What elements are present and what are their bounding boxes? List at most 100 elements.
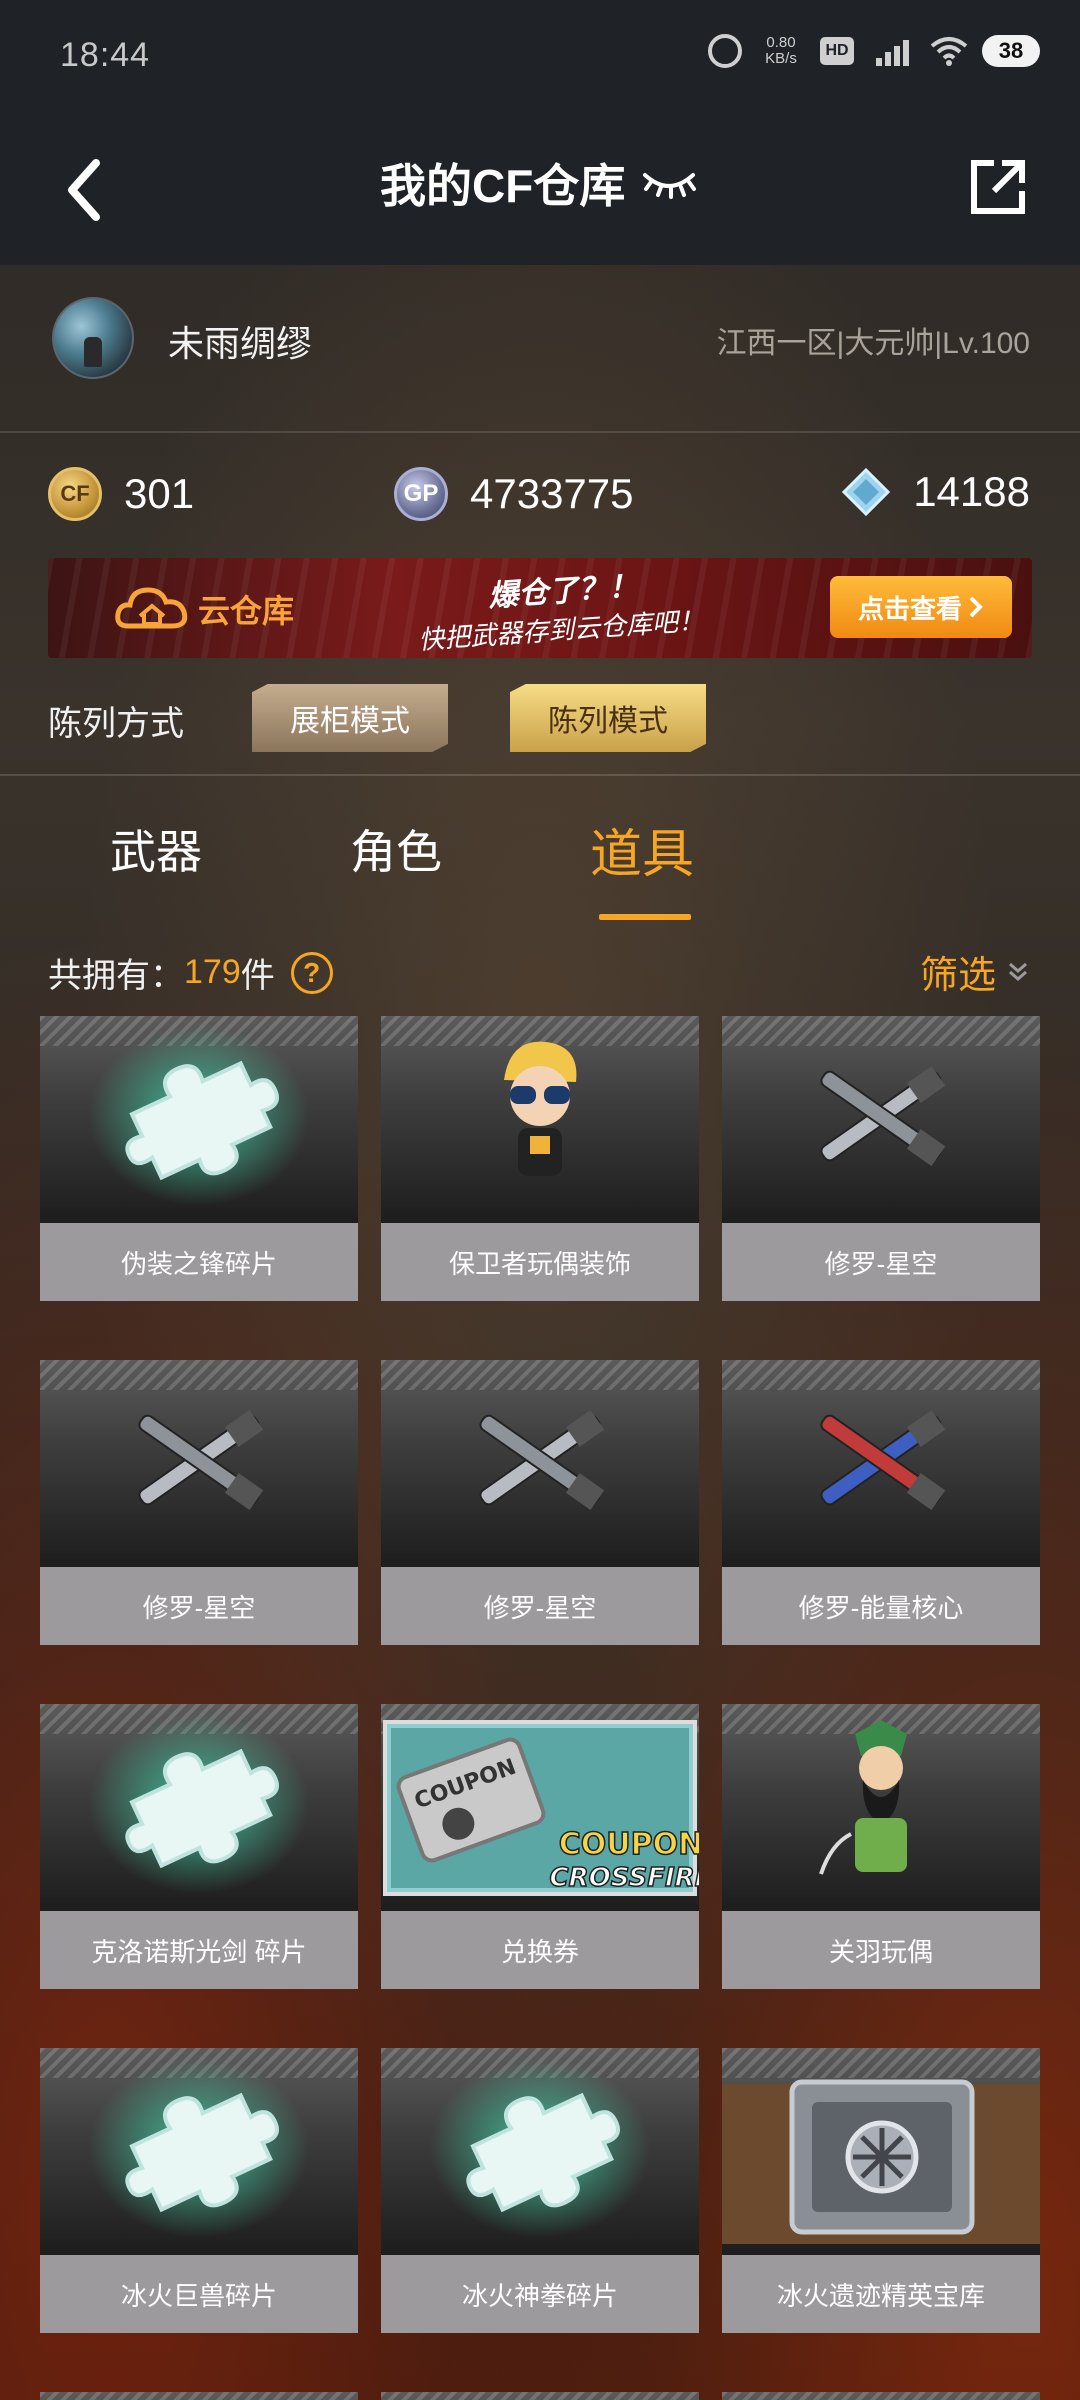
category-tabs: 武器 角色 道具	[0, 776, 1080, 926]
warrior-figure-icon	[819, 1720, 907, 1875]
item-card-partial[interactable]	[40, 2392, 358, 2400]
item-card-partial[interactable]	[381, 2392, 699, 2400]
vault-icon	[722, 2079, 1040, 2244]
item-card[interactable]: 冰火巨兽碎片	[40, 2048, 358, 2333]
view-button[interactable]: 点击查看	[830, 576, 1012, 638]
puzzle-piece-icon	[89, 2058, 309, 2238]
view-button-label: 点击查看	[857, 593, 962, 624]
user-info-row: 未雨绸缪 江西一区|大元帅|Lv.100	[0, 265, 1080, 433]
crossed-blades-blue-icon	[820, 1410, 946, 1510]
item-image	[40, 1016, 358, 1223]
item-name: 冰火神拳碎片	[381, 2255, 699, 2333]
item-image	[722, 1016, 1040, 1223]
currency-row: CF 301 GP 4733775 14188	[0, 433, 1080, 558]
share-icon[interactable]	[966, 155, 1030, 219]
gp-value: 4733775	[470, 470, 634, 517]
item-card[interactable]: 修罗-能量核心	[722, 1360, 1040, 1645]
item-name: 关羽玩偶	[722, 1911, 1040, 1989]
svg-text:COUPON: COUPON	[559, 1827, 699, 1862]
top-nav: 我的CF仓库	[0, 110, 1080, 265]
filter-label: 筛选	[919, 955, 996, 997]
count-prefix: 共拥有：	[48, 957, 184, 995]
item-name: 修罗-能量核心	[722, 1567, 1040, 1645]
filter-button[interactable]: 筛选	[920, 944, 1030, 999]
item-name: 兑换券	[381, 1911, 699, 1989]
crossed-blades-icon	[479, 1410, 605, 1510]
list-mode-button[interactable]: 陈列模式	[510, 684, 706, 752]
coupon-icon: COUPON COUPON CROSSFIRE	[383, 1720, 699, 1896]
hd-icon: HD	[820, 37, 854, 65]
item-name: 修罗-星空	[722, 1223, 1040, 1301]
item-card[interactable]: 修罗-星空	[722, 1016, 1040, 1301]
item-card[interactable]: 关羽玩偶	[722, 1704, 1040, 1989]
banner-name: 云仓库	[198, 593, 295, 629]
help-icon[interactable]: ?	[290, 951, 333, 994]
item-name: 保卫者玩偶装饰	[381, 1223, 699, 1301]
item-name: 冰火巨兽碎片	[40, 2255, 358, 2333]
hide-eye-icon[interactable]	[641, 163, 697, 203]
crossed-blades-icon	[820, 1066, 946, 1166]
page-title-wrap: 我的CF仓库	[380, 150, 697, 216]
item-card[interactable]: 伪装之锋碎片	[40, 1016, 358, 1301]
crossed-blades-icon	[138, 1410, 264, 1510]
diamond-points: 14188	[841, 467, 1030, 517]
item-image	[722, 1360, 1040, 1567]
item-name: 克洛诺斯光剑 碎片	[40, 1911, 358, 1989]
diamond-icon	[842, 467, 891, 517]
inventory-summary: 共拥有： 179 件 ? 筛选	[0, 930, 1080, 1010]
avatar[interactable]	[52, 297, 134, 379]
cf-points: CF 301	[48, 467, 194, 521]
alarm-icon	[708, 34, 742, 68]
item-card[interactable]: 冰火遗迹精英宝库	[722, 2048, 1040, 2333]
battery-icon: 38	[982, 35, 1040, 67]
item-count: 共拥有： 179 件 ?	[48, 948, 333, 997]
item-card[interactable]: COUPON COUPON CROSSFIRE 兑换券	[381, 1704, 699, 1989]
display-mode-row: 陈列方式 展柜模式 陈列模式	[0, 666, 1080, 776]
status-bar: 18:44 0.80 KB/s HD 38	[0, 0, 1080, 110]
cloud-storage-banner[interactable]: 云仓库 爆仓了？！ 快把武器存到云仓库吧！ 点击查看	[48, 558, 1032, 658]
username: 未雨绸缪	[168, 323, 313, 364]
item-card[interactable]: 修罗-星空	[40, 1360, 358, 1645]
signal-icon	[868, 36, 916, 66]
item-image	[40, 1704, 358, 1911]
item-name: 修罗-星空	[40, 1567, 358, 1645]
item-image	[722, 2392, 1040, 2400]
item-card[interactable]: 克洛诺斯光剑 碎片	[40, 1704, 358, 1989]
item-name: 伪装之锋碎片	[40, 1223, 358, 1301]
back-arrow-icon[interactable]	[60, 155, 110, 225]
chevron-right-icon	[969, 596, 983, 618]
item-image	[40, 1360, 358, 1567]
item-image	[40, 2392, 358, 2400]
active-tab-indicator	[599, 914, 691, 920]
item-name: 修罗-星空	[381, 1567, 699, 1645]
cloud-house-icon	[115, 587, 188, 629]
doll-figure-icon	[504, 1041, 577, 1176]
item-image	[381, 2048, 699, 2255]
item-image	[381, 1360, 699, 1567]
net-speed: 0.80 KB/s	[765, 34, 797, 67]
puzzle-piece-icon	[430, 2058, 650, 2238]
item-card[interactable]: 冰火神拳碎片	[381, 2048, 699, 2333]
count-suffix: 件	[240, 957, 275, 995]
item-image	[722, 2048, 1040, 2255]
diamond-value: 14188	[913, 468, 1030, 515]
tab-characters[interactable]: 角色	[350, 816, 442, 882]
item-card[interactable]: 修罗-星空	[381, 1360, 699, 1645]
display-mode-label: 陈列方式	[48, 705, 184, 743]
cf-points-value: 301	[124, 470, 195, 517]
puzzle-piece-icon	[89, 1714, 309, 1894]
item-card-partial[interactable]: 限时99+天	[722, 2392, 1040, 2400]
showcase-mode-button[interactable]: 展柜模式	[252, 684, 448, 752]
item-image	[40, 2048, 358, 2255]
item-name: 冰火遗迹精英宝库	[722, 2255, 1040, 2333]
count-value: 179	[184, 953, 241, 991]
tab-items[interactable]: 道具	[590, 812, 694, 887]
gp-points: GP 4733775	[394, 467, 634, 521]
wifi-icon	[930, 37, 968, 66]
server-info: 江西一区|大元帅|Lv.100	[716, 327, 1030, 360]
tab-weapons[interactable]: 武器	[110, 816, 202, 882]
svg-text:CROSSFIRE: CROSSFIRE	[550, 1863, 699, 1893]
status-icons: 0.80 KB/s HD 38	[708, 34, 1040, 68]
gp-coin-icon: GP	[394, 467, 448, 521]
item-card[interactable]: 保卫者玩偶装饰	[381, 1016, 699, 1301]
